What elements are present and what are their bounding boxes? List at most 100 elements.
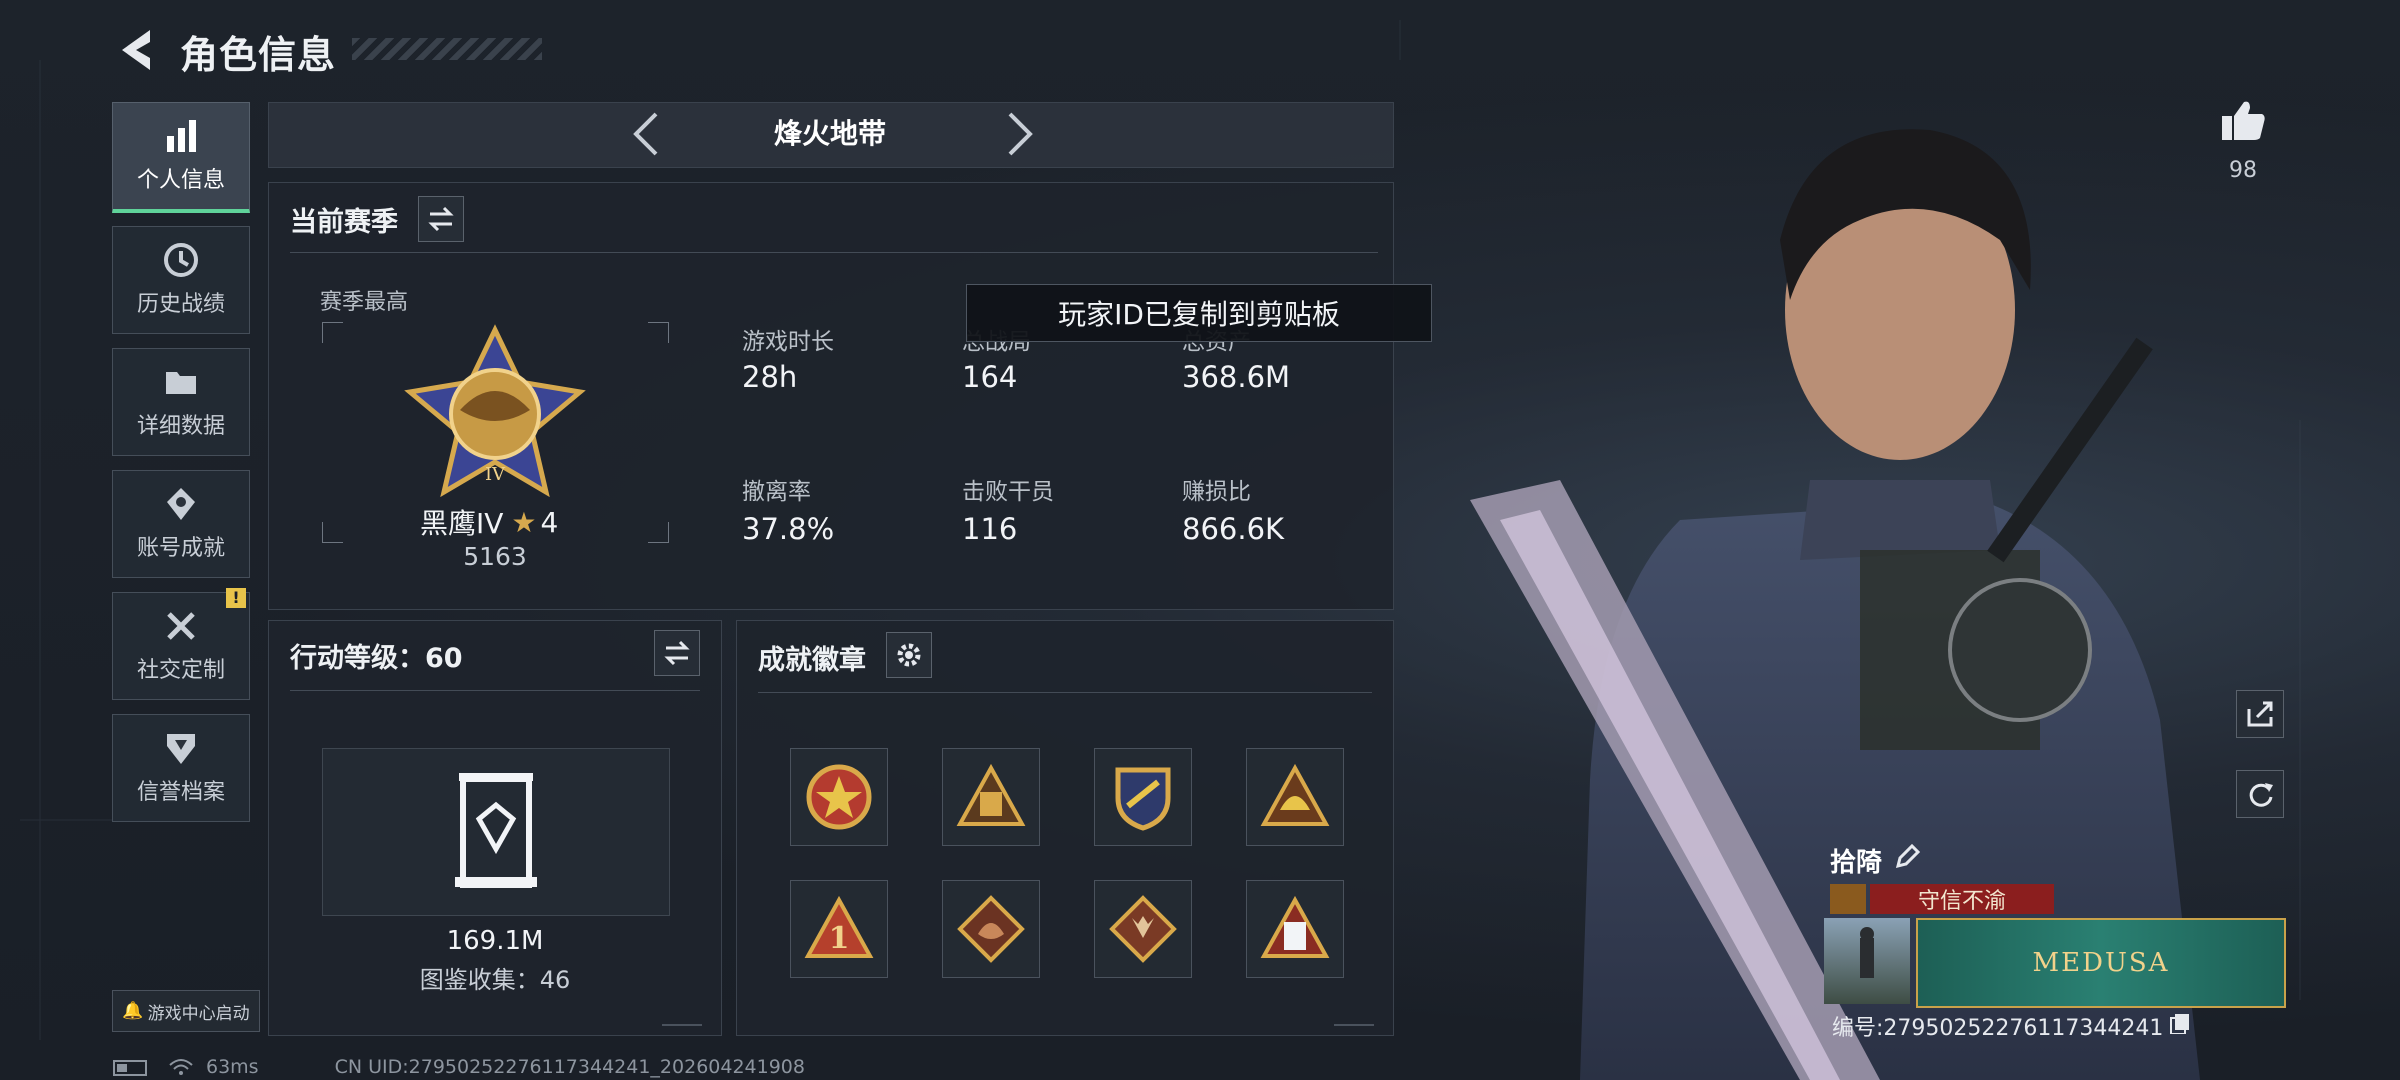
rank-one-badge-icon: 1: [804, 895, 874, 958]
frame-corner: [648, 322, 669, 343]
achievement-icon: [167, 488, 195, 520]
edit-name-button[interactable]: [1894, 843, 1921, 877]
action-level-value: 169.1M: [446, 926, 544, 956]
sidebar-item-credit-record[interactable]: 信誉档案: [112, 714, 250, 822]
avatar-figure-icon: [1860, 927, 1874, 978]
dragon-badge-icon: [957, 895, 1025, 963]
helmet-badge-icon: [1260, 763, 1330, 826]
page-title: 角色信息: [180, 33, 337, 77]
badge-slot[interactable]: [942, 748, 1040, 846]
sidebar-item-label: 详细数据: [136, 414, 225, 439]
badge-slot[interactable]: [1094, 748, 1192, 846]
notification-badge: !: [226, 588, 246, 608]
mode-name: 烽火地带: [773, 117, 886, 150]
sidebar-item-label: 个人信息: [136, 168, 225, 193]
back-button[interactable]: [110, 24, 162, 76]
panel-decoration: [662, 1014, 702, 1026]
badge-slot[interactable]: [1094, 880, 1192, 978]
name-card-text: MEDUSA: [2032, 948, 2170, 978]
like-count: 98: [2229, 158, 2257, 183]
divider: [290, 252, 1378, 253]
player-id-row: 编号:279502522761173442​41: [1832, 1010, 2191, 1042]
action-level-switch-button[interactable]: [654, 630, 700, 676]
tools-icon: [167, 612, 195, 640]
copy-id-button[interactable]: [2169, 1012, 2191, 1040]
season-switch-button[interactable]: [418, 196, 464, 242]
rank-score: 5163: [463, 542, 527, 571]
stat-value: 37.8%: [742, 512, 835, 546]
stat-value: 116: [962, 512, 1018, 546]
bell-icon: 🔔: [122, 1001, 144, 1021]
player-name-card[interactable]: MEDUSA: [1916, 918, 2286, 1008]
bar-chart-icon: [167, 120, 196, 152]
wifi-icon: [169, 1059, 193, 1075]
next-mode-button[interactable]: [992, 108, 1044, 160]
credit-icon: [167, 734, 195, 764]
sidebar-item-personal-info[interactable]: 个人信息: [112, 102, 250, 213]
rank-name: 黑鹰IV: [420, 507, 504, 540]
sidebar-item-achievements[interactable]: 账号成就: [112, 470, 250, 578]
rank-name-row: 黑鹰IV ★ 4: [420, 502, 558, 542]
gear-icon: [897, 643, 921, 667]
collection-frame: [322, 748, 670, 916]
badge-slot[interactable]: [1246, 748, 1344, 846]
player-title: 守信不渝: [1870, 884, 2054, 914]
folder-icon: [166, 372, 196, 394]
rotate-button[interactable]: [2236, 770, 2284, 818]
pencil-icon: [1895, 843, 1921, 869]
stat-value: 368.6M: [1182, 360, 1291, 394]
badge-slot[interactable]: [1246, 880, 1344, 978]
status-bar: 63ms CN UID:27950252276117344241_2026042…: [112, 1056, 805, 1078]
bag-badge-icon: [956, 763, 1026, 826]
shield-badge-icon: [1115, 767, 1171, 831]
sidebar-item-social-custom[interactable]: 社交定制: [112, 592, 250, 700]
badge-slot[interactable]: 1: [790, 880, 888, 978]
badges-settings-button[interactable]: [886, 632, 932, 678]
prev-mode-button[interactable]: [622, 108, 674, 160]
collection-case-icon: [455, 773, 537, 888]
sidebar-item-detailed-data[interactable]: 详细数据: [112, 348, 250, 456]
wolf-badge-icon: [1109, 895, 1177, 963]
player-avatar[interactable]: [1824, 918, 1910, 1004]
badge-slot[interactable]: [942, 880, 1040, 978]
svg-text:1: 1: [829, 921, 850, 956]
player-name: 拾陭: [1830, 848, 1883, 878]
battery-icon: [113, 1060, 147, 1076]
season-best-label: 赛季最高: [320, 290, 409, 315]
season-title: 当前赛季: [290, 207, 398, 238]
game-center-label: 游戏中心启动: [147, 1003, 250, 1024]
refresh-icon: [2249, 783, 2273, 807]
stat-label: 撤离率: [742, 479, 811, 505]
sidebar-item-label: 历史战绩: [136, 292, 225, 317]
rank-stars: 4: [540, 505, 559, 539]
share-icon: [2247, 701, 2273, 727]
stat-label: 击败干员: [962, 479, 1054, 505]
swap-icon: [428, 206, 454, 232]
uid-label: CN UID:27950252276117344241_202604241908: [334, 1056, 805, 1078]
title-decoration: [352, 38, 542, 60]
stat-value: 164: [962, 360, 1018, 394]
sidebar-item-history[interactable]: 历史战绩: [112, 226, 250, 334]
ping-value: 63ms: [206, 1056, 259, 1078]
like-button[interactable]: [2218, 96, 2268, 146]
sidebar-item-label: 账号成就: [136, 536, 225, 561]
copy-toast: 玩家ID已复制到剪贴板: [966, 284, 1432, 342]
badge-slot[interactable]: [790, 748, 888, 846]
star-icon: ★: [511, 505, 537, 539]
game-center-button[interactable]: 🔔 游戏中心启动: [112, 990, 260, 1032]
chevron-left-icon: [633, 112, 658, 156]
title-emblem-icon: [1830, 884, 1866, 914]
panel-decoration: [1334, 1014, 1374, 1026]
frame-corner: [322, 522, 343, 543]
sidebar-item-label: 社交定制: [136, 658, 225, 683]
collection-count: 图鉴收集：46: [419, 966, 571, 994]
swap-icon: [664, 640, 690, 666]
copy-icon: [2170, 1014, 2190, 1035]
rank-emblem-icon: IV: [404, 324, 586, 498]
share-button[interactable]: [2236, 690, 2284, 738]
badges-title: 成就徽章: [758, 645, 866, 676]
svg-text:IV: IV: [485, 464, 506, 485]
frame-corner: [322, 322, 343, 343]
frame-corner: [648, 522, 669, 543]
stat-label: 游戏时长: [742, 329, 834, 355]
